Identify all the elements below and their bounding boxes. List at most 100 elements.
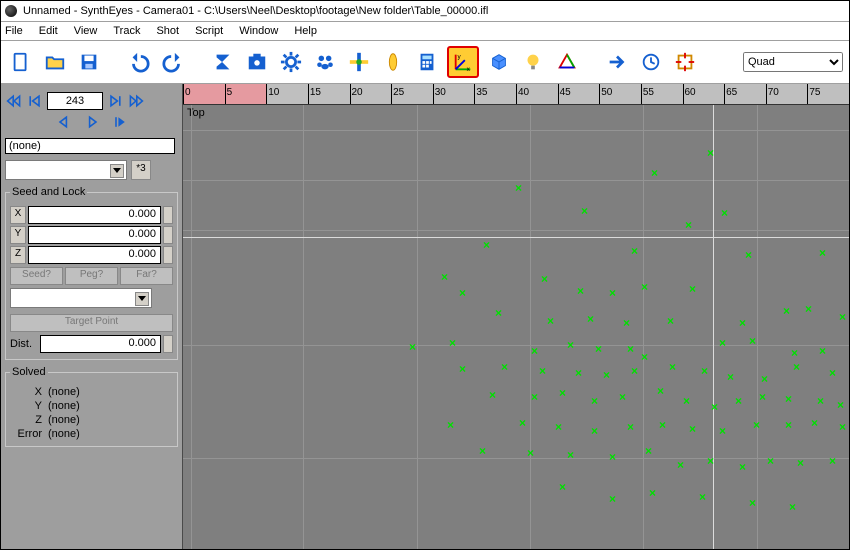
tracker-point[interactable]: × [539, 367, 547, 375]
tracker-point[interactable]: × [559, 483, 567, 491]
tracker-point[interactable]: × [759, 393, 767, 401]
tracker-point[interactable]: × [591, 397, 599, 405]
tracker-point[interactable]: × [619, 393, 627, 401]
view-select[interactable]: Quad [743, 52, 843, 72]
last-frame-icon[interactable] [127, 93, 145, 109]
tracker-point[interactable]: × [627, 423, 635, 431]
tracker-point[interactable]: × [811, 419, 819, 427]
tracker-point[interactable]: × [631, 247, 639, 255]
tracker-point[interactable]: × [577, 287, 585, 295]
tracker-point[interactable]: × [819, 347, 827, 355]
tracker-point[interactable]: × [689, 285, 697, 293]
tracker-point[interactable]: × [791, 349, 799, 357]
tracker-point[interactable]: × [447, 421, 455, 429]
tracker-point[interactable]: × [667, 317, 675, 325]
camera-icon[interactable] [243, 48, 271, 76]
tracker-point[interactable]: × [837, 401, 845, 409]
tracker-point[interactable]: × [739, 463, 747, 471]
tracker-point[interactable]: × [819, 249, 827, 257]
tracker-point[interactable]: × [689, 425, 697, 433]
tracker-point[interactable]: × [727, 373, 735, 381]
tracker-point[interactable]: × [797, 459, 805, 467]
step-fwd-icon[interactable] [83, 114, 101, 130]
tracker-point[interactable]: × [641, 283, 649, 291]
tracker-point[interactable]: × [767, 457, 775, 465]
calc-icon[interactable] [413, 48, 441, 76]
tracker-point[interactable]: × [547, 317, 555, 325]
tracker-point[interactable]: × [753, 421, 761, 429]
lens-icon[interactable] [379, 48, 407, 76]
tracker-point[interactable]: × [527, 449, 535, 457]
sigma-icon[interactable] [209, 48, 237, 76]
tracker-point[interactable]: × [683, 397, 691, 405]
coord-xyz-icon[interactable]: yx [447, 46, 479, 78]
tracker-point[interactable]: × [515, 184, 523, 192]
open-icon[interactable] [41, 48, 69, 76]
tracker-point[interactable]: × [483, 241, 491, 249]
tracker-point[interactable]: × [609, 495, 617, 503]
tracker-point[interactable]: × [699, 493, 707, 501]
tracker-point[interactable]: × [745, 251, 753, 259]
tracker-point[interactable]: × [519, 419, 527, 427]
tracker-point[interactable]: × [749, 499, 757, 507]
seed-button[interactable]: Seed? [10, 267, 63, 285]
tracker-point[interactable]: × [609, 453, 617, 461]
tracker-point[interactable]: × [829, 457, 837, 465]
tracker-point[interactable]: × [719, 427, 727, 435]
tracker-point[interactable]: × [789, 503, 797, 511]
menu-track[interactable]: Track [113, 25, 140, 37]
y-lock-toggle[interactable] [163, 226, 173, 244]
redo-icon[interactable] [159, 48, 187, 76]
tracker-point[interactable]: × [631, 367, 639, 375]
tracker-point[interactable]: × [531, 347, 539, 355]
tracker-point[interactable]: × [829, 369, 837, 377]
tracker-point[interactable]: × [761, 375, 769, 383]
multiplier-button[interactable]: *3 [131, 160, 151, 180]
tracker-point[interactable]: × [707, 457, 715, 465]
y-input[interactable]: 0.000 [28, 226, 161, 244]
tracker-point[interactable]: × [711, 403, 719, 411]
tracker-point[interactable]: × [641, 353, 649, 361]
peg-button[interactable]: Peg? [65, 267, 118, 285]
new-icon[interactable] [7, 48, 35, 76]
tracker-point[interactable]: × [575, 369, 583, 377]
x-lock-toggle[interactable] [163, 206, 173, 224]
tracker-point[interactable]: × [567, 451, 575, 459]
tracker-point[interactable]: × [739, 319, 747, 327]
z-label[interactable]: Z [10, 246, 26, 264]
cross-target-icon[interactable] [345, 48, 373, 76]
tracker-point[interactable]: × [735, 397, 743, 405]
cube-icon[interactable] [485, 48, 513, 76]
tracker-point[interactable]: × [495, 309, 503, 317]
z-input[interactable]: 0.000 [28, 246, 161, 264]
tracker-point[interactable]: × [581, 207, 589, 215]
tracker-point[interactable]: × [677, 461, 685, 469]
menu-help[interactable]: Help [294, 25, 317, 37]
tracker-point[interactable]: × [669, 363, 677, 371]
tracker-point[interactable]: × [817, 397, 825, 405]
prev-key-icon[interactable] [26, 93, 44, 109]
dist-toggle[interactable] [163, 335, 173, 353]
tracker-point[interactable]: × [603, 371, 611, 379]
play-icon[interactable] [111, 114, 129, 130]
arrow-icon[interactable] [603, 48, 631, 76]
tracker-point[interactable]: × [591, 427, 599, 435]
tracker-point[interactable]: × [783, 307, 791, 315]
mode-combo[interactable] [5, 160, 127, 180]
tracker-point[interactable]: × [649, 489, 657, 497]
clock-icon[interactable] [637, 48, 665, 76]
tracker-point[interactable]: × [541, 275, 549, 283]
tracker-point[interactable]: × [459, 365, 467, 373]
tracker-point[interactable]: × [651, 169, 659, 177]
tracker-point[interactable]: × [785, 421, 793, 429]
far-button[interactable]: Far? [120, 267, 173, 285]
selection-field[interactable]: (none) [5, 138, 175, 154]
frame-number-input[interactable]: 243 [47, 92, 103, 110]
tracker-point[interactable]: × [659, 421, 667, 429]
tracker-point[interactable]: × [627, 345, 635, 353]
gear-icon[interactable] [277, 48, 305, 76]
triangle-icon[interactable] [553, 48, 581, 76]
tracker-point[interactable]: × [489, 391, 497, 399]
tracker-point[interactable]: × [839, 423, 847, 431]
tracker-point[interactable]: × [623, 319, 631, 327]
